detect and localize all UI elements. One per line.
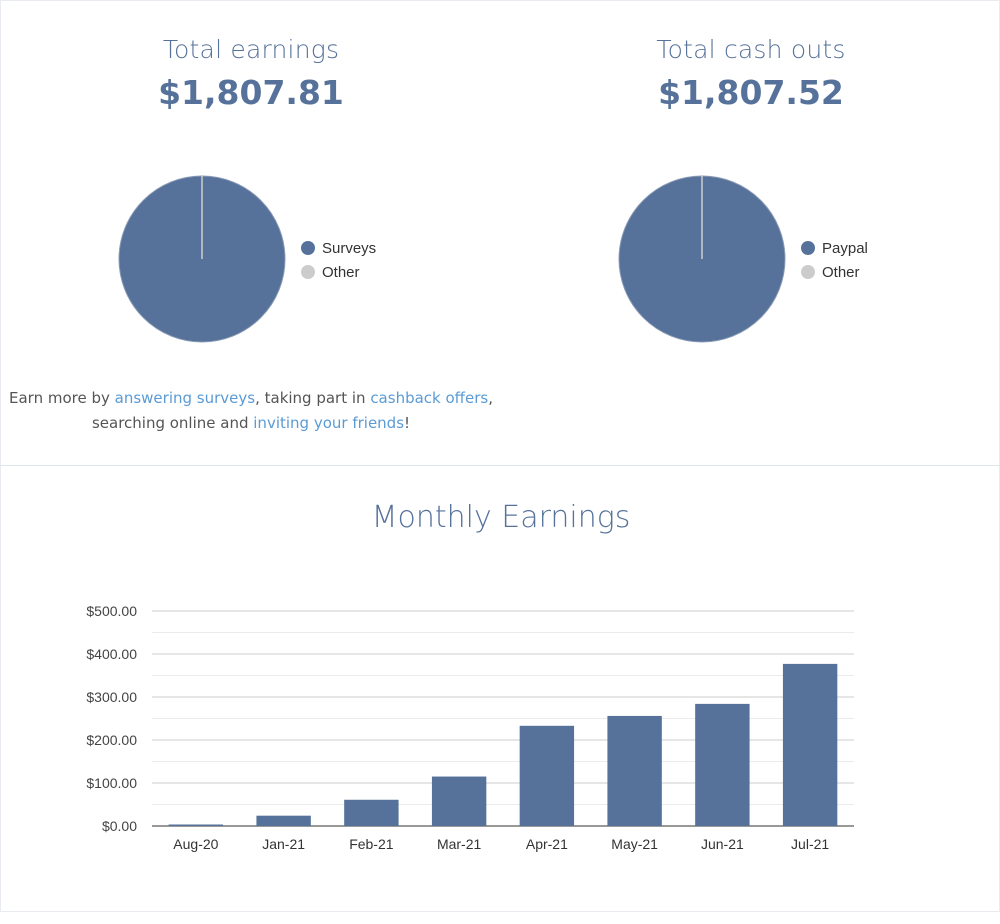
monthly-earnings-bar-chart[interactable]: $0.00 $100.00 $200.00 $300.00 $400.00 $500.00… (1, 466, 1000, 912)
earnings-legend: Surveys Other (301, 236, 376, 284)
total-cashouts-label: Total cash outs (656, 35, 846, 64)
cashouts-pie-chart[interactable] (618, 174, 786, 344)
x-tick-label: Jul-21 (791, 836, 829, 852)
bar-aug-20[interactable] (168, 824, 224, 827)
earn-more-prefix: Earn more by (9, 389, 115, 407)
earnings-column: Total earnings $1,807.81 Surveys Other E… (1, 1, 501, 467)
legend-dot-icon (801, 265, 815, 279)
x-tick-label: Aug-20 (173, 836, 218, 852)
legend-item-other[interactable]: Other (301, 260, 376, 284)
x-tick-label: Jan-21 (262, 836, 305, 852)
bar-jun-21[interactable] (695, 703, 750, 826)
y-tick-label: $500.00 (86, 603, 137, 619)
y-tick-label: $400.00 (86, 646, 137, 662)
x-tick-label: Mar-21 (437, 836, 482, 852)
legend-item-other[interactable]: Other (801, 260, 868, 284)
earn-more-comma: , (488, 389, 493, 407)
cashouts-legend: Paypal Other (801, 236, 868, 284)
monthly-earnings-section: Monthly Earnings $0.00 $100.00 $200.00 $300… (0, 466, 1000, 912)
cashouts-column: Total cash outs $1,807.52 Paypal Other (501, 1, 1000, 467)
earn-more-suffix: ! (404, 414, 411, 432)
y-tick-label: $300.00 (86, 689, 137, 705)
bar-jul-21[interactable] (782, 663, 838, 826)
bar-may-21[interactable] (607, 715, 662, 826)
legend-dot-icon (301, 265, 315, 279)
x-tick-label: May-21 (611, 836, 658, 852)
summary-section: Total earnings $1,807.81 Surveys Other E… (0, 0, 1000, 466)
total-earnings-value: $1,807.81 (158, 73, 344, 112)
earn-more-mid: , taking part in (255, 389, 371, 407)
total-earnings-label: Total earnings (162, 35, 340, 64)
legend-item-paypal[interactable]: Paypal (801, 236, 868, 260)
legend-dot-icon (301, 241, 315, 255)
earn-more-line2: searching online and (91, 414, 254, 432)
bar-feb-21[interactable] (344, 799, 399, 826)
y-tick-label: $0.00 (102, 818, 137, 834)
legend-label: Other (322, 263, 360, 281)
y-tick-label: $100.00 (86, 775, 137, 791)
legend-label: Other (822, 263, 860, 281)
total-cashouts-value: $1,807.52 (658, 73, 844, 112)
bar-jan-21[interactable] (256, 815, 311, 826)
bar-mar-21[interactable] (431, 776, 487, 826)
cashback-offers-link[interactable]: cashback offers (370, 389, 488, 407)
legend-dot-icon (801, 241, 815, 255)
x-tick-label: Feb-21 (349, 836, 394, 852)
legend-label: Surveys (322, 239, 377, 257)
answering-surveys-link[interactable]: answering surveys (115, 389, 255, 407)
legend-label: Paypal (822, 239, 868, 257)
x-tick-label: Jun-21 (701, 836, 744, 852)
earnings-pie-chart[interactable] (118, 174, 286, 344)
x-tick-label: Apr-21 (526, 836, 568, 852)
y-tick-label: $200.00 (86, 732, 137, 748)
earn-more-text: Earn more by answering surveys, taking p… (1, 386, 501, 436)
bar-apr-21[interactable] (519, 725, 575, 826)
invite-friends-link[interactable]: inviting your friends (253, 414, 404, 432)
legend-item-surveys[interactable]: Surveys (301, 236, 376, 260)
